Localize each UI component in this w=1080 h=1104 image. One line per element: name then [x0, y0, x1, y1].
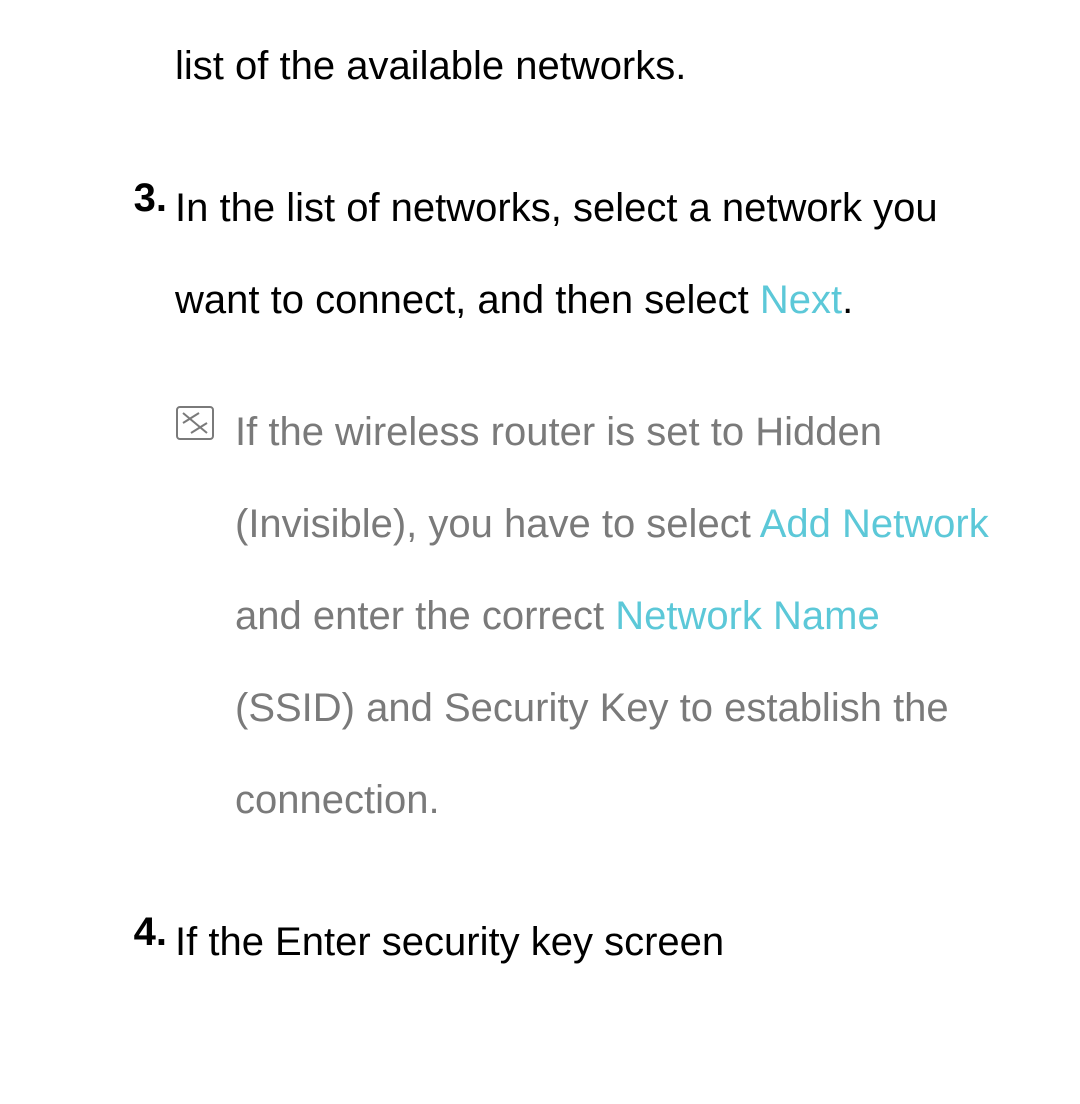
note-icon — [175, 386, 235, 846]
step-4-text: If the Enter security key screen — [175, 920, 724, 964]
note-block: If the wireless router is set to Hidden … — [175, 386, 1020, 846]
note-text-3: (SSID) and Security Key to establish the… — [235, 686, 949, 822]
step-3: 3. In the list of networks, select a net… — [120, 162, 1020, 346]
next-link: Next — [760, 278, 842, 322]
partial-text: list of the available networks. — [175, 44, 686, 88]
step-3-number: 3. — [120, 162, 175, 346]
step-3-text-after: . — [842, 278, 853, 322]
partial-previous-line: list of the available networks. — [175, 30, 1020, 102]
note-content: If the wireless router is set to Hidden … — [235, 386, 1020, 846]
add-network-link: Add Network — [760, 502, 989, 546]
note-text-2: and enter the correct — [235, 594, 615, 638]
step-4-content: If the Enter security key screen — [175, 896, 1020, 988]
step-4-number: 4. — [120, 896, 175, 988]
step-3-content: In the list of networks, select a networ… — [175, 162, 1020, 346]
network-name-link: Network Name — [615, 594, 880, 638]
step-4: 4. If the Enter security key screen — [120, 896, 1020, 988]
